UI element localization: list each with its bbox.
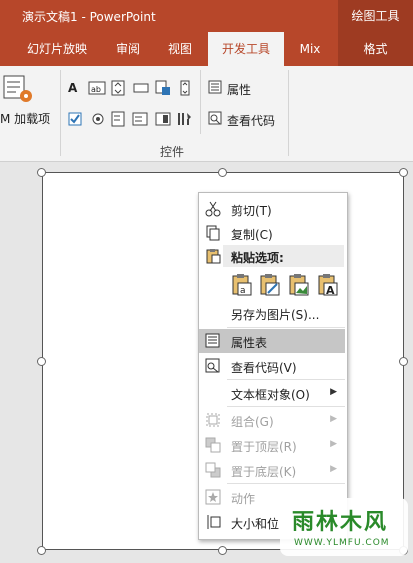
checkbox-control-icon[interactable] (68, 112, 82, 126)
menu-label-bring-to-front: 置于顶层(R) (231, 440, 297, 454)
watermark-text: 雨林木风 (292, 510, 389, 535)
ribbon-tab-bar: 幻灯片放映 审阅 视图 开发工具 Mix 格式 (0, 32, 413, 66)
view-code-icon (208, 111, 222, 125)
tab-format[interactable]: 格式 (338, 32, 413, 66)
label-control-icon[interactable]: A (68, 81, 77, 95)
resize-handle-left[interactable] (37, 357, 46, 366)
resize-handle-top-left[interactable] (37, 168, 46, 177)
more-controls-icon[interactable] (176, 111, 194, 127)
group-icon (206, 413, 220, 427)
paste-use-destination-theme-icon[interactable] (259, 273, 281, 297)
tab-mix[interactable]: Mix (288, 32, 332, 66)
properties-icon (208, 80, 222, 94)
drawing-tools-title: 绘图工具 (338, 0, 413, 32)
listbox-control-icon[interactable] (111, 111, 125, 127)
menu-separator (227, 327, 345, 328)
menu-separator (227, 379, 345, 380)
toggle-button-icon[interactable] (155, 111, 171, 127)
menu-item-bring-to-front: 置于顶层(R) ▶ (199, 433, 345, 457)
menu-label-cut: 剪切(T) (231, 204, 272, 218)
menu-item-properties-sheet[interactable]: 属性表 (199, 329, 345, 353)
paste-keep-source-format-icon[interactable]: a (231, 273, 253, 297)
menu-item-textbox-object[interactable]: 文本框对象(O) ▶ (199, 381, 345, 405)
image-control-icon[interactable] (155, 80, 171, 96)
size-position-icon (207, 515, 221, 529)
paste-options-label: 粘贴选项: (231, 251, 284, 265)
menu-label-send-to-back: 置于底层(K) (231, 465, 297, 479)
menu-label-size-position: 大小和位 (231, 517, 280, 531)
tab-view[interactable]: 视图 (156, 32, 204, 66)
properties-sheet-icon (205, 333, 220, 348)
spin-button-icon[interactable] (111, 80, 125, 96)
view-code-label: 查看代码 (227, 114, 276, 128)
context-menu: 剪切(T) 复制(C) 粘贴选项: a A 另存为图片(S)... 属性表 查看… (198, 192, 348, 540)
menu-label-properties-sheet: 属性表 (231, 336, 268, 350)
ribbon-separator (60, 70, 61, 156)
textbox-control-icon[interactable]: ab (88, 81, 106, 95)
resize-handle-bottom-left[interactable] (37, 546, 46, 555)
menu-separator (227, 406, 345, 407)
menu-item-view-code[interactable]: 查看代码(V) (199, 354, 345, 378)
view-code-icon (205, 358, 220, 373)
submenu-arrow-icon: ▶ (330, 414, 337, 424)
menu-label-action: 动作 (231, 492, 256, 506)
resize-handle-bottom[interactable] (218, 546, 227, 555)
menu-label-view-code: 查看代码(V) (231, 361, 297, 375)
command-button-icon[interactable] (133, 81, 149, 95)
properties-label: 属性 (227, 83, 252, 97)
watermark-url: WWW.YLMFU.COM (294, 538, 390, 548)
menu-separator (227, 483, 345, 484)
properties-button[interactable]: 属性 (206, 78, 276, 98)
action-star-icon (205, 489, 221, 505)
addins-button[interactable]: M 加载项 (0, 72, 56, 132)
paste-picture-icon[interactable] (288, 273, 310, 297)
view-code-button[interactable]: 查看代码 (206, 109, 286, 129)
addins-icon (3, 75, 32, 102)
submenu-arrow-icon: ▶ (330, 387, 337, 397)
submenu-arrow-icon: ▶ (330, 439, 337, 449)
menu-label-copy: 复制(C) (231, 228, 273, 242)
scrollbar-control-icon[interactable] (178, 80, 192, 96)
svg-text:a: a (240, 286, 246, 296)
paste-text-only-icon[interactable]: A (317, 273, 339, 297)
menu-item-save-as-picture[interactable]: 另存为图片(S)... (199, 301, 345, 325)
tab-slideshow[interactable]: 幻灯片放映 (14, 32, 100, 66)
resize-handle-right[interactable] (399, 357, 408, 366)
ribbon-separator (200, 70, 201, 134)
option-button-icon[interactable] (91, 112, 105, 126)
submenu-arrow-icon: ▶ (330, 464, 337, 474)
menu-label-group: 组合(G) (231, 415, 274, 429)
svg-text:ab: ab (91, 85, 101, 94)
title-bar: 演示文稿1 - PowerPoint 绘图工具 (0, 0, 413, 32)
tab-review[interactable]: 审阅 (104, 32, 152, 66)
tab-developer[interactable]: 开发工具 (208, 32, 284, 66)
menu-item-group: 组合(G) ▶ (199, 408, 345, 432)
menu-label-save-as-picture: 另存为图片(S)... (231, 308, 320, 322)
menu-label-textbox-object: 文本框对象(O) (231, 388, 310, 402)
ribbon: M 加载项 A ab 属性 查看代码 控件 (0, 66, 413, 162)
scissors-icon (205, 201, 221, 217)
addins-label: M 加载项 (0, 112, 51, 126)
watermark: 雨林木风 WWW.YLMFU.COM (280, 498, 408, 556)
svg-text:A: A (326, 284, 335, 297)
resize-handle-top[interactable] (218, 168, 227, 177)
copy-icon (206, 225, 220, 241)
window-title: 演示文稿1 - PowerPoint (22, 10, 156, 24)
menu-item-copy[interactable]: 复制(C) (199, 221, 345, 245)
ribbon-separator (288, 70, 289, 156)
menu-item-cut[interactable]: 剪切(T) (199, 197, 345, 221)
resize-handle-top-right[interactable] (399, 168, 408, 177)
menu-item-send-to-back: 置于底层(K) ▶ (199, 458, 345, 482)
bring-to-front-icon (205, 437, 221, 453)
paste-options-header: 粘贴选项: (223, 245, 344, 267)
send-to-back-icon (205, 462, 221, 478)
clipboard-icon (206, 249, 221, 264)
controls-group-label: 控件 (160, 145, 185, 159)
combobox-control-icon[interactable] (132, 111, 148, 127)
